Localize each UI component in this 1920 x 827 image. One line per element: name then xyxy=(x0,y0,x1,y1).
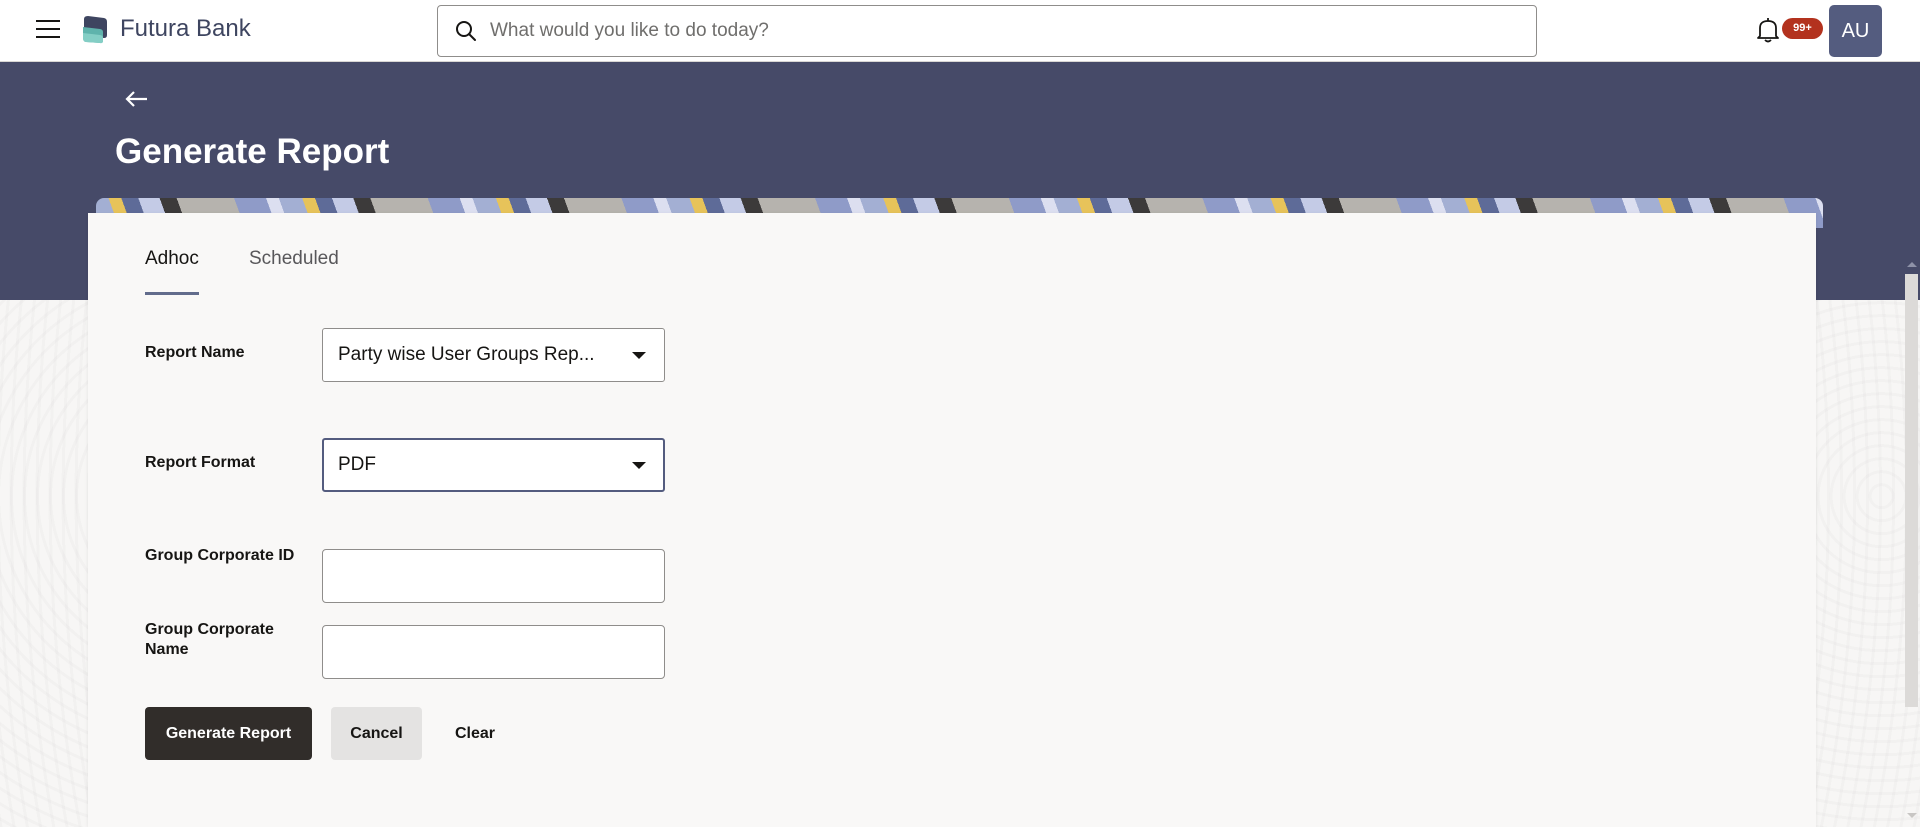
hamburger-menu-icon[interactable] xyxy=(36,20,60,40)
user-avatar[interactable]: AU xyxy=(1829,5,1882,57)
report-name-select[interactable]: Party wise User Groups Rep... xyxy=(322,328,665,382)
chevron-down-icon xyxy=(632,352,646,359)
tab-scheduled[interactable]: Scheduled xyxy=(249,248,339,292)
report-format-select[interactable]: PDF xyxy=(322,438,665,492)
scrollbar-thumb[interactable] xyxy=(1905,274,1918,707)
page-scrollbar[interactable] xyxy=(1904,262,1920,827)
group-corporate-name-input[interactable] xyxy=(322,625,665,679)
notification-badge[interactable]: 99+ xyxy=(1782,18,1823,39)
report-format-value: PDF xyxy=(338,454,376,475)
brand-name[interactable]: Futura Bank xyxy=(120,15,251,43)
tab-adhoc[interactable]: Adhoc xyxy=(145,248,199,295)
top-header: Futura Bank 99+ AU xyxy=(0,0,1920,62)
scroll-down-arrow-icon[interactable] xyxy=(1907,813,1917,818)
futura-bank-logo-icon xyxy=(83,16,107,44)
report-form-card: Adhoc Scheduled Report Name Party wise U… xyxy=(88,213,1816,827)
bell-icon[interactable] xyxy=(1756,17,1780,43)
report-name-value: Party wise User Groups Rep... xyxy=(338,344,595,365)
page-title: Generate Report xyxy=(115,132,390,171)
scroll-up-arrow-icon[interactable] xyxy=(1907,262,1917,267)
report-format-label: Report Format xyxy=(145,454,256,471)
search-input[interactable] xyxy=(490,14,1520,48)
generate-report-button[interactable]: Generate Report xyxy=(145,707,312,760)
group-corporate-id-label: Group Corporate ID xyxy=(145,547,295,564)
cancel-button[interactable]: Cancel xyxy=(331,707,422,760)
chevron-down-icon xyxy=(632,462,646,469)
arrow-left-icon[interactable] xyxy=(124,88,150,110)
group-corporate-name-label: Group Corporate Name xyxy=(145,621,274,658)
clear-button[interactable]: Clear xyxy=(440,707,510,760)
group-corporate-id-input[interactable] xyxy=(322,549,665,603)
search-icon xyxy=(456,21,476,41)
report-name-label: Report Name xyxy=(145,344,245,361)
search-bar[interactable] xyxy=(437,5,1537,57)
